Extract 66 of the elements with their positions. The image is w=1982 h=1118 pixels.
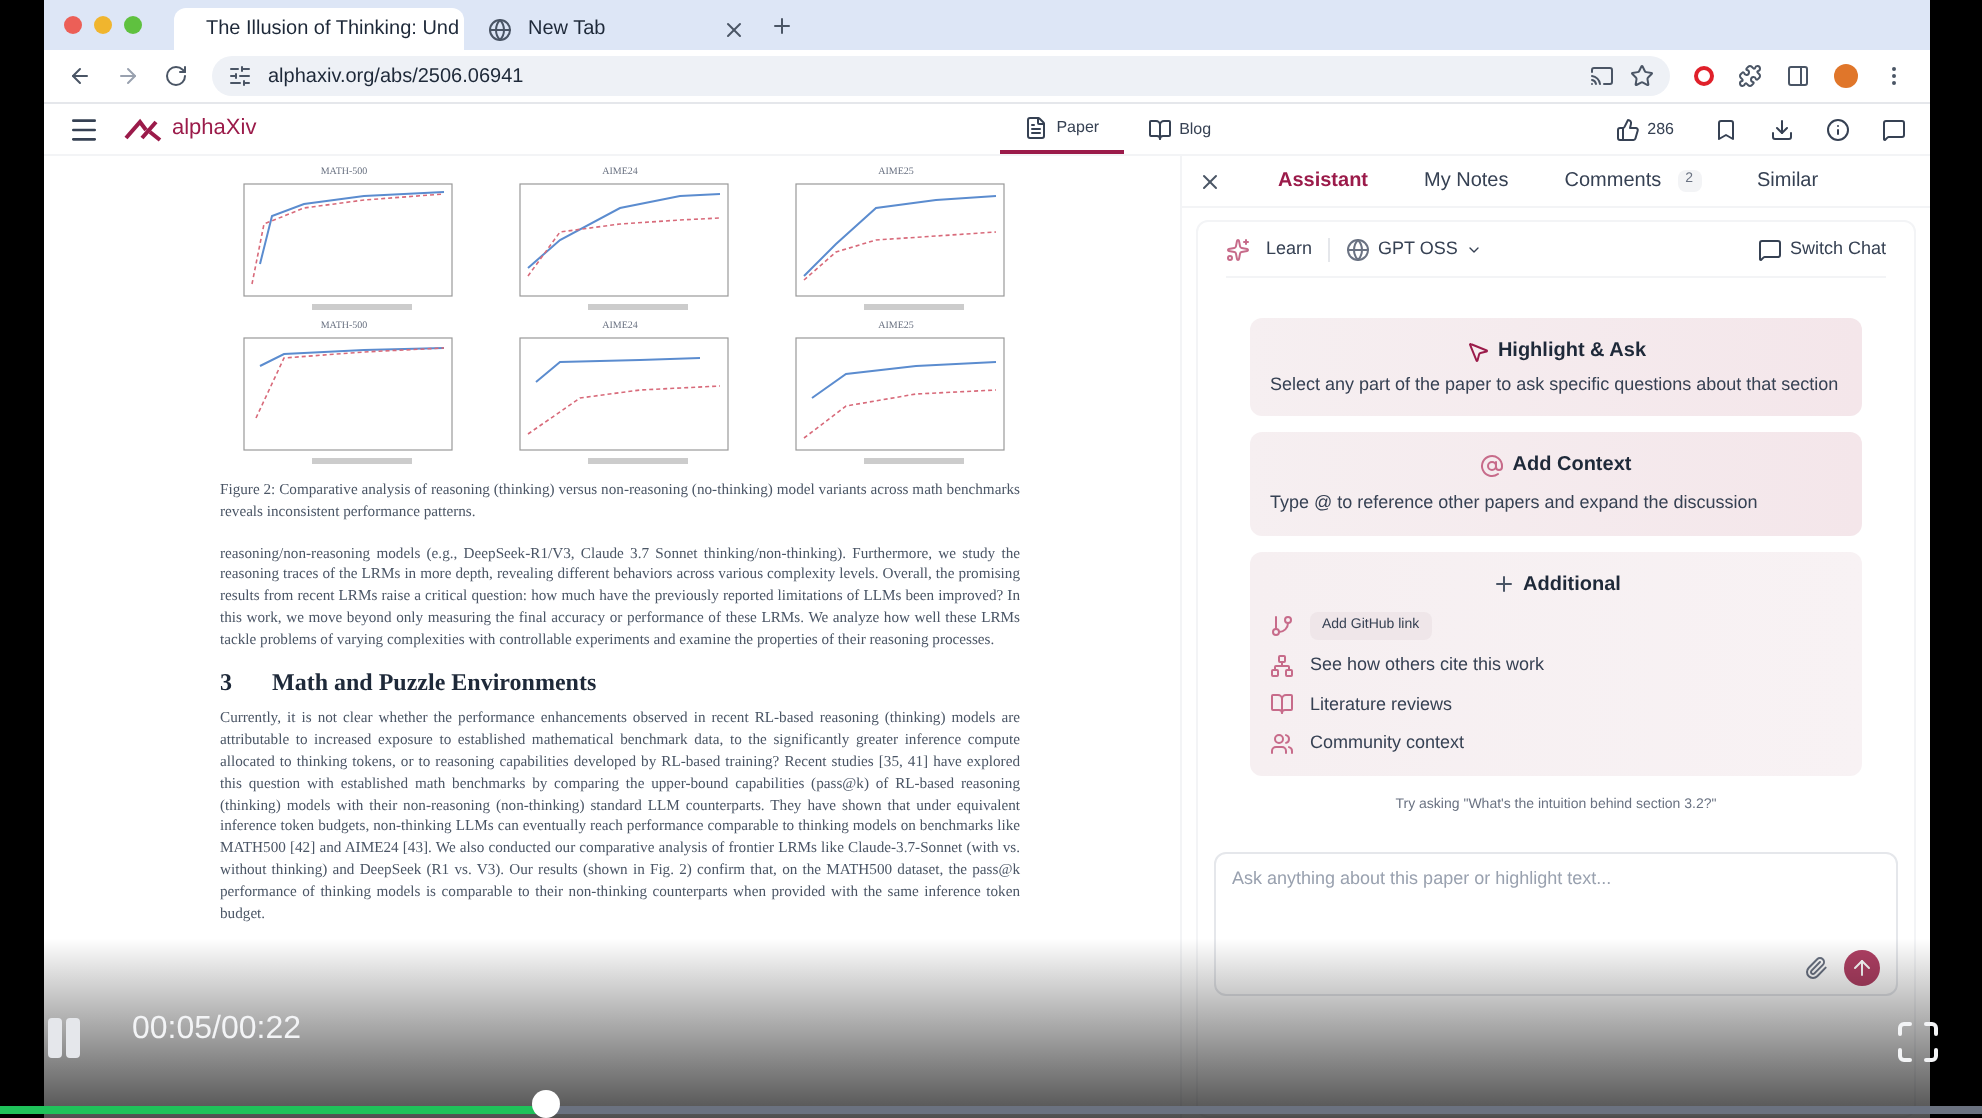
progress-track[interactable] xyxy=(0,1090,1982,1118)
question-input[interactable]: Ask anything about this paper or highlight text... xyxy=(1232,866,1880,893)
cursor-icon xyxy=(1465,339,1490,363)
close-icon[interactable] xyxy=(722,17,746,41)
book-icon xyxy=(1147,117,1172,141)
resource-link[interactable]: Community context xyxy=(1310,730,1465,757)
profile-avatar[interactable] xyxy=(1834,64,1858,88)
reload-icon[interactable] xyxy=(164,64,188,88)
url-text: alphaxiv.org/abs/2506.06941 xyxy=(268,63,524,91)
network-icon xyxy=(1270,653,1294,678)
card-title: Highlight & Ask xyxy=(1497,338,1647,366)
view-tab[interactable]: Paper xyxy=(1000,104,1124,154)
app-logo-text: alphaXiv xyxy=(172,114,257,145)
chat-bubble-icon xyxy=(1757,237,1782,261)
section-number: 3 xyxy=(220,671,232,693)
tab-title: New Tab xyxy=(528,16,608,44)
view-tab[interactable]: Blog xyxy=(1123,104,1236,154)
star-icon[interactable] xyxy=(1630,64,1654,88)
section-heading: Math and Puzzle Environments xyxy=(272,671,597,693)
close-icon[interactable] xyxy=(1198,169,1222,193)
extension-icon[interactable] xyxy=(1694,66,1714,86)
switch-chat-button[interactable]: Switch Chat xyxy=(1757,235,1886,263)
card-title: Add Context xyxy=(1512,452,1632,480)
plus-icon xyxy=(1491,572,1516,596)
thumbs-up-icon xyxy=(1615,117,1640,141)
book-icon xyxy=(1270,692,1294,717)
arrow-up-icon xyxy=(1850,956,1874,980)
forward-icon[interactable] xyxy=(116,64,140,88)
info-icon[interactable] xyxy=(1826,117,1850,141)
browser-tab[interactable]: The Illusion of Thinking: Und xyxy=(174,8,464,50)
send-button[interactable] xyxy=(1844,950,1880,986)
resource-link[interactable]: Literature reviews xyxy=(1310,691,1453,718)
settings-sliders-icon xyxy=(228,64,252,88)
bookmark-icon[interactable] xyxy=(1714,117,1738,141)
address-field[interactable]: alphaxiv.org/abs/2506.06941 xyxy=(212,56,1670,96)
browser-tab[interactable]: New Tab xyxy=(472,8,762,50)
chat-icon[interactable] xyxy=(1882,117,1906,141)
like-button[interactable]: 286 xyxy=(1615,117,1674,141)
logo-icon xyxy=(124,117,164,141)
plus-icon[interactable] xyxy=(770,13,794,37)
model-dropdown[interactable]: GPT OSS xyxy=(1346,235,1482,263)
paperclip-icon[interactable] xyxy=(1804,956,1828,980)
tab-title: The Illusion of Thinking: Und xyxy=(206,16,460,44)
playback-time: 00:05/00:22 xyxy=(132,1010,302,1050)
menu-icon[interactable] xyxy=(68,113,100,145)
globe-icon xyxy=(488,17,512,41)
puzzle-icon[interactable] xyxy=(1738,64,1762,88)
panel-tab[interactable]: Similar xyxy=(1757,166,1819,196)
document-icon xyxy=(1024,115,1049,139)
card-title: Additional xyxy=(1523,571,1621,599)
resource-link[interactable]: See how others cite this work xyxy=(1310,652,1545,679)
back-icon[interactable] xyxy=(68,64,92,88)
panel-tab[interactable]: My Notes xyxy=(1424,166,1509,196)
card-description: Type @ to reference other papers and expand the discussion xyxy=(1270,490,1760,516)
card-description: Select any part of the paper to ask specific questions about that section xyxy=(1270,372,1841,398)
learn-mode-button[interactable]: Learn xyxy=(1266,235,1313,263)
sidebar-icon[interactable] xyxy=(1786,64,1810,88)
at-sign-icon xyxy=(1480,453,1505,477)
sparkle-icon xyxy=(1226,237,1250,261)
download-icon[interactable] xyxy=(1770,117,1794,141)
panel-tab[interactable]: Assistant xyxy=(1278,166,1369,196)
cast-icon[interactable] xyxy=(1590,64,1614,88)
fullscreen-button[interactable] xyxy=(1894,1018,1942,1066)
branch-icon xyxy=(1270,613,1294,638)
globe-icon xyxy=(1346,237,1371,261)
people-icon xyxy=(1270,731,1294,756)
